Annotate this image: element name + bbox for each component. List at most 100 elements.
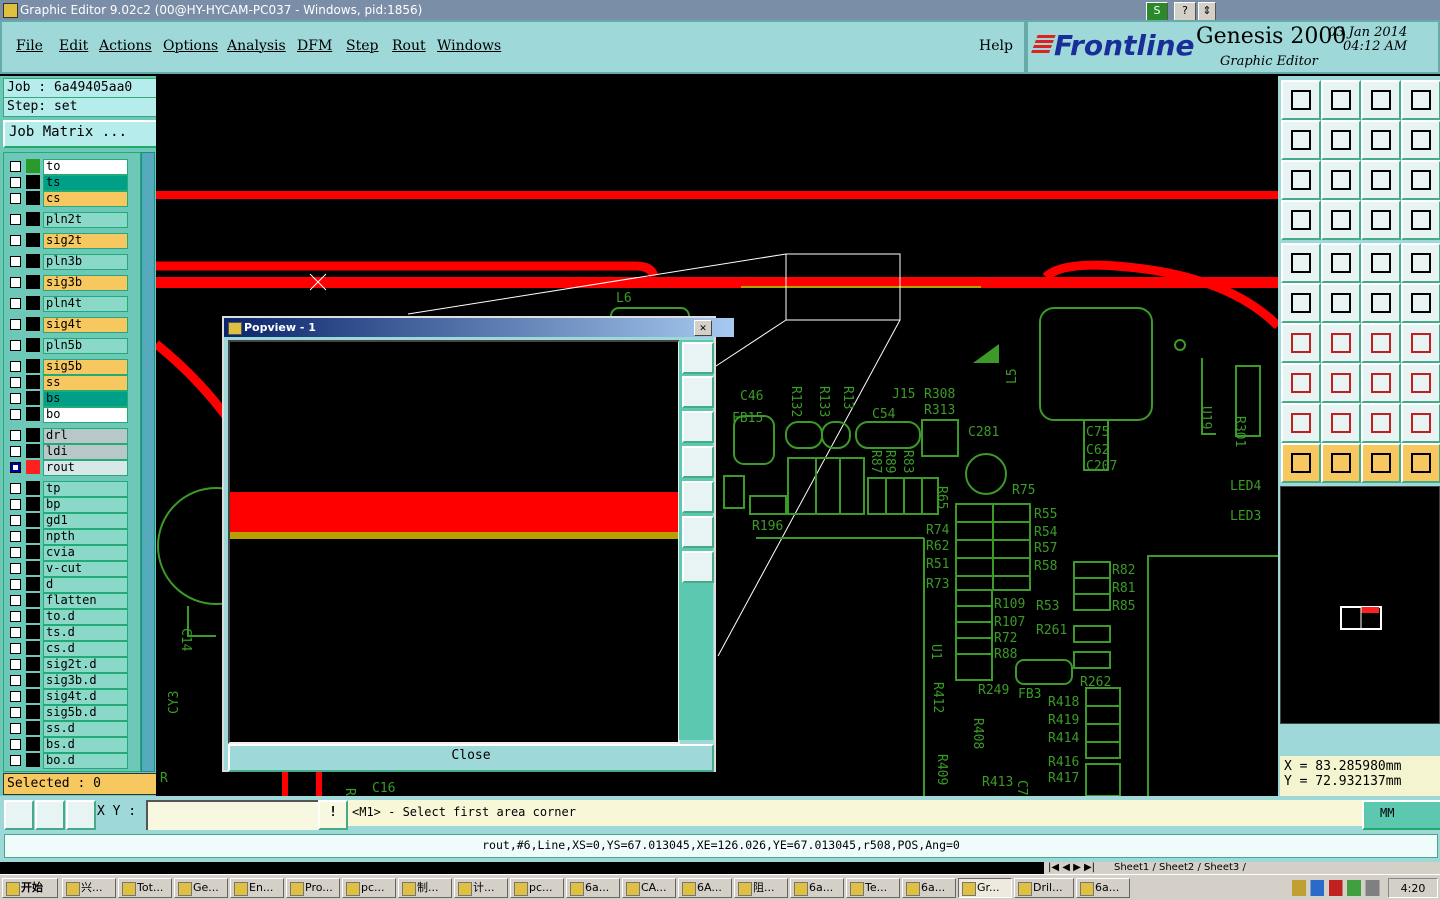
taskbar-item[interactable]: 6A...	[678, 878, 732, 898]
layer-name[interactable]: bp	[43, 497, 128, 513]
layer-checkbox[interactable]	[10, 627, 21, 638]
taskbar-item[interactable]: En...	[230, 878, 284, 898]
layer-name[interactable]: cs	[43, 191, 128, 207]
draw-line-icon[interactable]	[1321, 243, 1361, 283]
layer-row-cvia[interactable]: cvia	[8, 545, 128, 561]
pin-icon[interactable]	[1281, 363, 1321, 403]
line-icon[interactable]	[1321, 363, 1361, 403]
taskbar-item[interactable]: Gr...	[958, 878, 1012, 898]
menu-help[interactable]: Help	[979, 38, 1013, 54]
popview-close-button[interactable]: Close	[228, 744, 714, 772]
layer-name[interactable]: gd1	[43, 513, 128, 529]
net-highlight-icon[interactable]	[1361, 200, 1401, 240]
layer-checkbox[interactable]	[10, 462, 21, 473]
measure-icon[interactable]	[35, 800, 65, 830]
layer-checkbox[interactable]	[10, 723, 21, 734]
layer-checkbox[interactable]	[10, 319, 21, 330]
connect-icon[interactable]	[1281, 283, 1321, 323]
layer-row-tp[interactable]: tp	[8, 481, 128, 497]
shape-edit-icon[interactable]	[1361, 403, 1401, 443]
layer-row-cs[interactable]: cs	[8, 191, 128, 207]
start-button[interactable]: 开始	[2, 878, 58, 898]
select-net-icon[interactable]	[1401, 443, 1440, 483]
menu-edit[interactable]: Edit	[59, 38, 88, 54]
layer-checkbox[interactable]	[10, 691, 21, 702]
popview-pan-up-icon[interactable]	[682, 376, 714, 408]
layer-checkbox[interactable]	[10, 177, 21, 188]
pan-left-icon[interactable]	[1281, 120, 1321, 160]
layer-name[interactable]: sig2t	[43, 233, 128, 249]
layer-checkbox[interactable]	[10, 611, 21, 622]
layer-row-pln5b[interactable]: pln5b	[8, 338, 128, 354]
taskbar-item[interactable]: 计...	[454, 878, 508, 898]
taskbar-item[interactable]: pc...	[342, 878, 396, 898]
taskbar-item[interactable]: 6a...	[790, 878, 844, 898]
menu-analysis[interactable]: Analysis	[227, 38, 286, 54]
layer-checkbox[interactable]	[10, 377, 21, 388]
select-line-icon[interactable]	[1361, 443, 1401, 483]
layer-name[interactable]: ss.d	[43, 721, 128, 737]
zoom-step-icon[interactable]	[1361, 120, 1401, 160]
layer-name[interactable]: bo	[43, 407, 128, 423]
layer-row-rout[interactable]: rout	[8, 460, 128, 476]
measure-box-icon[interactable]	[1361, 363, 1401, 403]
popview-zoom-window-icon[interactable]	[682, 342, 714, 374]
pad-icon[interactable]	[1401, 243, 1440, 283]
layer-checkbox[interactable]	[10, 643, 21, 654]
layer-row-sig3b.d[interactable]: sig3b.d	[8, 673, 128, 689]
layer-checkbox[interactable]	[10, 675, 21, 686]
cross-icon[interactable]	[1321, 283, 1361, 323]
layer-name[interactable]: flatten	[43, 593, 128, 609]
taskbar-item[interactable]: Dril...	[1014, 878, 1074, 898]
layer-name[interactable]: cs.d	[43, 641, 128, 657]
layer-name[interactable]: sig3b.d	[43, 673, 128, 689]
feature-add-icon[interactable]	[1281, 243, 1321, 283]
layer-checkbox[interactable]	[10, 499, 21, 510]
layer-name[interactable]: pln3b	[43, 254, 128, 270]
mirror-icon[interactable]	[1401, 323, 1440, 363]
layer-row-bp[interactable]: bp	[8, 497, 128, 513]
menu-options[interactable]: Options	[163, 38, 218, 54]
move-node-icon[interactable]	[1401, 283, 1440, 323]
split-view-icon[interactable]	[1401, 80, 1440, 120]
taskbar-item[interactable]: 6a...	[566, 878, 620, 898]
query-icon[interactable]	[1401, 160, 1440, 200]
layer-checkbox[interactable]	[10, 707, 21, 718]
layer-row-sig3b[interactable]: sig3b	[8, 275, 128, 291]
taskbar-item[interactable]: Tot...	[118, 878, 172, 898]
layer-row-pln3b[interactable]: pln3b	[8, 254, 128, 270]
fit-all-icon[interactable]	[1281, 160, 1321, 200]
layer-row-drl[interactable]: drl	[8, 428, 128, 444]
taskbar-item[interactable]: pc...	[510, 878, 564, 898]
layer-name[interactable]: npth	[43, 529, 128, 545]
layer-row-sig2t[interactable]: sig2t	[8, 233, 128, 249]
layer-checkbox[interactable]	[10, 531, 21, 542]
layer-row-sig4t[interactable]: sig4t	[8, 317, 128, 333]
snap-icon[interactable]	[4, 800, 34, 830]
layer-row-bs[interactable]: bs	[8, 391, 128, 407]
layer-checkbox[interactable]	[10, 739, 21, 750]
help-question-icon[interactable]: ?	[1174, 2, 1196, 22]
layer-checkbox[interactable]	[10, 579, 21, 590]
snap-pad-icon[interactable]	[1321, 200, 1361, 240]
layer-row-bo.d[interactable]: bo.d	[8, 753, 128, 769]
layer-checkbox[interactable]	[10, 256, 21, 267]
layer-name[interactable]: ts	[43, 175, 128, 191]
home-icon[interactable]	[1361, 80, 1401, 120]
layer-name[interactable]: sig4t.d	[43, 689, 128, 705]
ruler-icon[interactable]	[1361, 243, 1401, 283]
sheet-nav-icons[interactable]: |◀ ◀ ▶ ▶|	[1048, 862, 1095, 874]
menu-windows[interactable]: Windows	[437, 38, 501, 54]
layer-row-npth[interactable]: npth	[8, 529, 128, 545]
layer-name[interactable]: tp	[43, 481, 128, 497]
grid-icon[interactable]	[66, 800, 96, 830]
center-icon[interactable]	[1321, 160, 1361, 200]
overview-minimap[interactable]	[1280, 486, 1440, 724]
zoom-home-icon[interactable]	[1281, 80, 1321, 120]
layer-row-pln2t[interactable]: pln2t	[8, 212, 128, 228]
shapes-icon[interactable]	[1401, 363, 1440, 403]
menu-rout[interactable]: Rout	[392, 38, 426, 54]
taskbar-item[interactable]: 6a...	[1076, 878, 1130, 898]
layer-name[interactable]: d	[43, 577, 128, 593]
arc-icon[interactable]	[1361, 323, 1401, 363]
